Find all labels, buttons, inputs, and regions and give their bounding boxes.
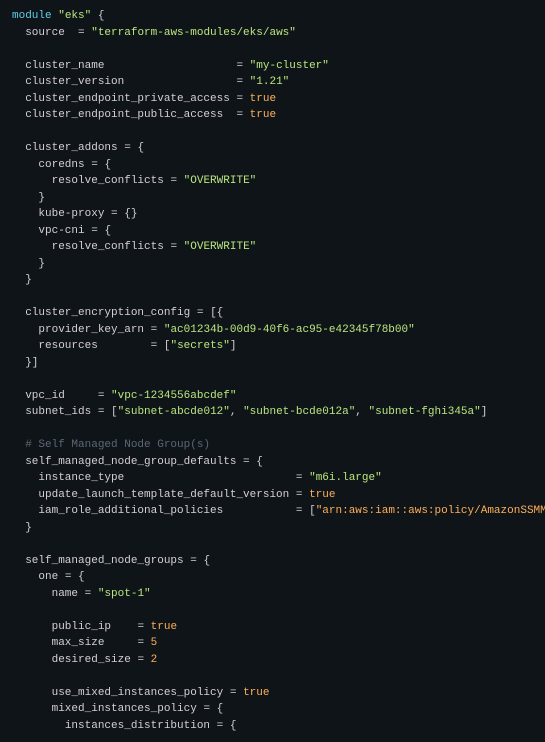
val-cepra: true xyxy=(250,93,276,105)
val-provider-key-arn: "ac01234b-00d9-40f6-ac95-e42345f78b00" xyxy=(164,324,415,336)
val-overwrite-2: "OVERWRITE" xyxy=(184,241,257,253)
val-instance-type: "m6i.large" xyxy=(309,472,382,484)
key-vpc-cni: vpc-cni xyxy=(38,225,84,237)
attr-cluster-name: cluster_name xyxy=(25,60,104,72)
comment-self-managed: # Self Managed Node Group(s) xyxy=(25,439,210,451)
val-overwrite-1: "OVERWRITE" xyxy=(184,175,257,187)
attr-public-ip: public_ip xyxy=(52,621,111,633)
val-subnet1: "subnet-abcde012" xyxy=(118,406,230,418)
attr-subnet-ids: subnet_ids xyxy=(25,406,91,418)
val-cepua: true xyxy=(250,109,276,121)
module-keyword: module xyxy=(12,10,52,22)
key-kube-proxy: kube-proxy xyxy=(38,208,104,220)
attr-cepra: cluster_endpoint_private_access xyxy=(25,93,230,105)
val-public-ip: true xyxy=(151,621,177,633)
attr-resources: resources xyxy=(38,340,97,352)
attr-instances-distribution: instances_distribution xyxy=(65,720,210,732)
code-block: module "eks" { source = "terraform-aws-m… xyxy=(0,0,545,742)
attr-provider-key-arn: provider_key_arn xyxy=(38,324,144,336)
module-name: "eks" xyxy=(58,10,91,22)
val-ultdv: true xyxy=(309,489,335,501)
attr-name: name xyxy=(52,588,78,600)
attr-desired-size: desired_size xyxy=(52,654,131,666)
attr-smng: self_managed_node_groups xyxy=(25,555,183,567)
key-one: one xyxy=(38,571,58,583)
attr-instance-type: instance_type xyxy=(38,472,124,484)
attr-mip: mixed_instances_policy xyxy=(52,703,197,715)
attr-resolve-conflicts-2: resolve_conflicts xyxy=(52,241,164,253)
val-umip: true xyxy=(243,687,269,699)
attr-source: source xyxy=(25,27,65,39)
attr-cluster-addons: cluster_addons xyxy=(25,142,117,154)
attr-cec: cluster_encryption_config xyxy=(25,307,190,319)
key-coredns: coredns xyxy=(38,159,84,171)
attr-irap: iam_role_additional_policies xyxy=(38,505,223,517)
val-source: "terraform-aws-modules/eks/aws" xyxy=(91,27,296,39)
attr-cepua: cluster_endpoint_public_access xyxy=(25,109,223,121)
val-name: "spot-1" xyxy=(98,588,151,600)
val-resources: "secrets" xyxy=(170,340,229,352)
attr-smngd: self_managed_node_group_defaults xyxy=(25,456,236,468)
attr-umip: use_mixed_instances_policy xyxy=(52,687,224,699)
attr-max-size: max_size xyxy=(52,637,105,649)
val-desired-size: 2 xyxy=(151,654,158,666)
val-cluster-version: "1.21" xyxy=(250,76,290,88)
val-irap: "arn:aws:iam::aws:policy/AmazonSSMManage… xyxy=(316,505,545,517)
val-vpc-id: "vpc-1234556abcdef" xyxy=(111,390,236,402)
attr-resolve-conflicts-1: resolve_conflicts xyxy=(52,175,164,187)
attr-cluster-version: cluster_version xyxy=(25,76,124,88)
val-cluster-name: "my-cluster" xyxy=(250,60,329,72)
val-subnet3: "subnet-fghi345a" xyxy=(369,406,481,418)
val-max-size: 5 xyxy=(151,637,158,649)
attr-ultdv: update_launch_template_default_version xyxy=(38,489,289,501)
attr-vpc-id: vpc_id xyxy=(25,390,65,402)
val-subnet2: "subnet-bcde012a" xyxy=(243,406,355,418)
